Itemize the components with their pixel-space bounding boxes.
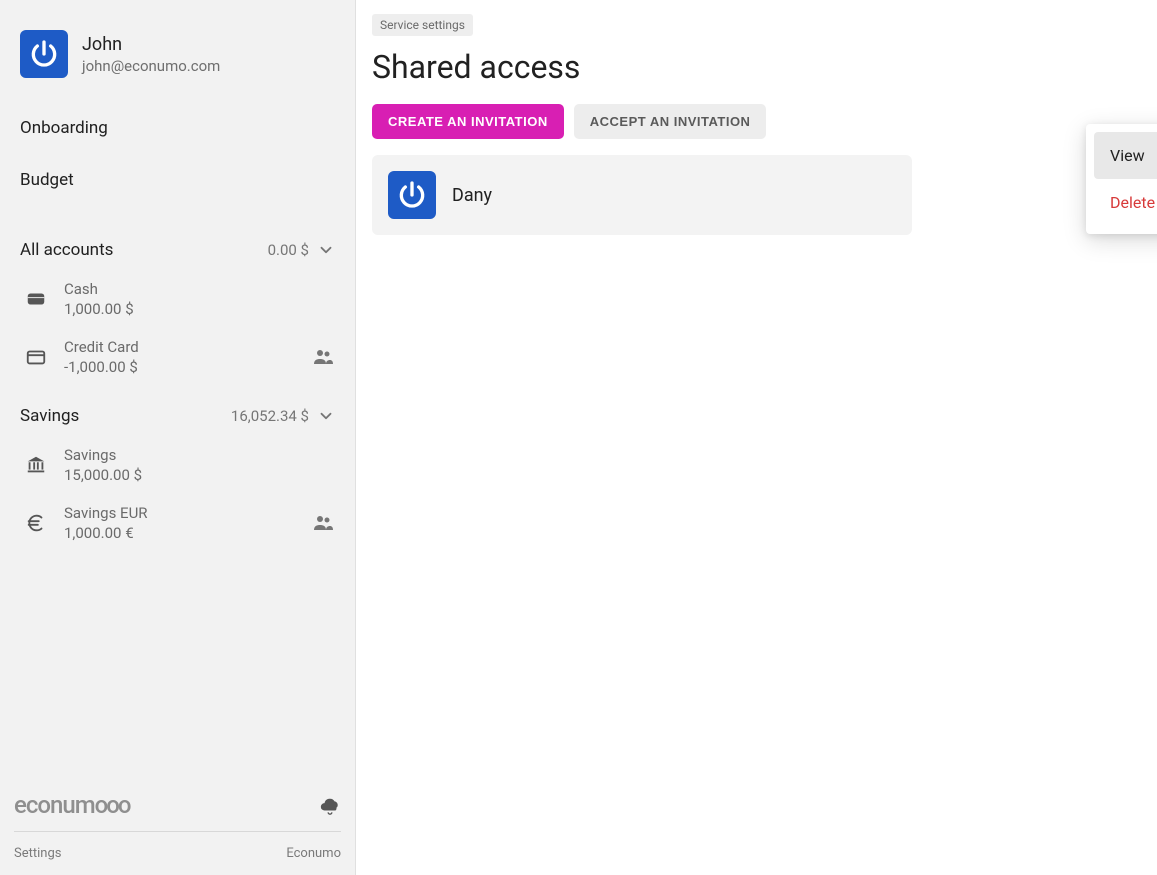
account-balance: 15,000.00 $ (64, 466, 335, 484)
cloud-sync-icon[interactable] (319, 794, 341, 816)
shared-icon (311, 345, 335, 369)
card-icon (24, 345, 48, 369)
sidebar-footer: econumooo Settings Econumo (0, 775, 355, 875)
context-menu-delete[interactable]: Delete (1094, 179, 1157, 226)
service-settings-tag: Service settings (372, 14, 473, 36)
sidebar: John john@econumo.com Onboarding Budget … (0, 0, 356, 875)
account-details: Cash 1,000.00 $ (64, 280, 335, 318)
account-item-cash[interactable]: Cash 1,000.00 $ (0, 270, 355, 328)
button-row: CREATE AN INVITATION ACCEPT AN INVITATIO… (372, 104, 1141, 139)
accounts-total: 0.00 $ (268, 241, 309, 259)
accounts-group-all: All accounts 0.00 $ Cash 1,000.00 $ (0, 230, 355, 386)
chevron-down-icon (317, 407, 335, 425)
account-details: Credit Card -1,000.00 $ (64, 338, 295, 376)
brand-text: econum (14, 791, 95, 819)
account-item-credit-card[interactable]: Credit Card -1,000.00 $ (0, 328, 355, 386)
context-menu: View Delete (1086, 124, 1157, 234)
account-details: Savings EUR 1,000.00 € (64, 504, 295, 542)
accounts-header-label: All accounts (20, 240, 113, 260)
profile-avatar (20, 30, 68, 78)
power-icon (396, 179, 428, 211)
shared-user-name: Dany (452, 185, 492, 206)
account-balance: 1,000.00 $ (64, 300, 335, 318)
accounts-group-savings: Savings 16,052.34 $ Savin (0, 396, 355, 552)
brand-logo: econumooo (14, 791, 129, 819)
chevron-down-icon (317, 241, 335, 259)
account-item-savings-eur[interactable]: Savings EUR 1,000.00 € (0, 494, 355, 552)
brand-row: econumooo (14, 775, 341, 832)
account-balance: 1,000.00 € (64, 524, 295, 542)
account-name: Savings EUR (64, 504, 295, 522)
shared-user-card[interactable]: Dany (372, 155, 912, 235)
accounts-total: 16,052.34 $ (231, 407, 309, 425)
account-name: Savings (64, 446, 335, 464)
footer-links: Settings Econumo (14, 832, 341, 865)
wallet-icon (24, 287, 48, 311)
footer-settings-link[interactable]: Settings (14, 846, 61, 861)
accounts-header-total: 16,052.34 $ (231, 407, 335, 425)
create-invitation-button[interactable]: CREATE AN INVITATION (372, 104, 564, 139)
footer-app-link[interactable]: Econumo (286, 846, 341, 861)
profile-name: John (82, 34, 220, 55)
account-item-savings[interactable]: Savings 15,000.00 $ (0, 436, 355, 494)
profile-section[interactable]: John john@econumo.com (0, 0, 355, 92)
account-details: Savings 15,000.00 $ (64, 446, 335, 484)
nav-budget[interactable]: Budget (0, 154, 355, 206)
account-name: Cash (64, 280, 335, 298)
main-content: Service settings Shared access CREATE AN… (356, 0, 1157, 875)
accept-invitation-button[interactable]: ACCEPT AN INVITATION (574, 104, 767, 139)
bank-icon (24, 453, 48, 477)
context-menu-view[interactable]: View (1094, 132, 1157, 179)
accounts-header-savings[interactable]: Savings 16,052.34 $ (0, 396, 355, 436)
account-balance: -1,000.00 $ (64, 358, 295, 376)
accounts-header-total: 0.00 $ (268, 241, 335, 259)
profile-email: john@econumo.com (82, 57, 220, 75)
shared-icon (311, 511, 335, 535)
shared-user-avatar (388, 171, 436, 219)
profile-info: John john@econumo.com (82, 34, 220, 75)
nav-section: Onboarding Budget (0, 92, 355, 206)
brand-suffix: ooo (95, 791, 130, 819)
euro-icon (24, 511, 48, 535)
power-icon (28, 38, 60, 70)
page-title: Shared access (372, 48, 1141, 86)
nav-onboarding[interactable]: Onboarding (0, 102, 355, 154)
account-name: Credit Card (64, 338, 295, 356)
accounts-header-label: Savings (20, 406, 79, 426)
accounts-header-all[interactable]: All accounts 0.00 $ (0, 230, 355, 270)
